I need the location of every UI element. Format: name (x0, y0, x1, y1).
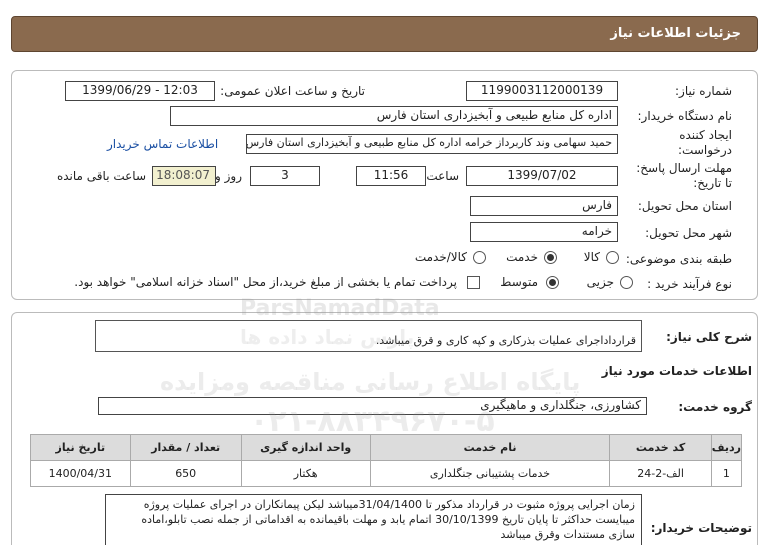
creator-label-1: ایجاد کننده (679, 128, 732, 142)
purchase-option-medium: متوسط (500, 275, 538, 289)
col-header-unit: واحد اندازه گیری (240, 434, 371, 461)
creator-field: حمید سهامی وند کاربرداز خرامه اداره کل م… (246, 134, 618, 154)
table-header-row: ردیف کد خدمت نام خدمت واحد اندازه گیری ت… (30, 434, 743, 461)
col-header-quantity: تعداد / مقدار (129, 434, 242, 461)
need-number-field: 1199003112000139 (466, 81, 618, 101)
cell-service-name: خدمات پشتیبانی جنگلداری (369, 460, 611, 487)
col-header-row-number: ردیف (710, 434, 743, 461)
services-section-title: اطلاعات خدمات مورد نیاز (601, 364, 752, 378)
category-radio-goods-service[interactable] (473, 251, 486, 264)
remaining-label: ساعت باقی مانده (56, 169, 146, 183)
buyer-label: نام دستگاه خریدار: (637, 109, 733, 123)
category-option-goods-service: کالا/خدمت (414, 250, 467, 264)
city-field: خرامه (470, 222, 618, 242)
creator-label-2: درخواست: (678, 143, 732, 157)
days-field: 3 (250, 166, 320, 186)
province-field: فارس (470, 196, 618, 216)
deadline-time-field: 11:56 (356, 166, 426, 186)
city-label: شهر محل تحویل: (645, 226, 732, 240)
purchase-option-minor: جزیی (586, 275, 614, 289)
category-label: طبقه بندی موضوعی: (625, 252, 732, 266)
buyer-notes-field: زمان اجرایی پروژه مثبوت در قرارداد مذکور… (105, 494, 642, 545)
col-header-service-name: نام خدمت (369, 434, 611, 461)
category-radio-goods[interactable] (606, 251, 619, 264)
category-option-service: خدمت (506, 250, 538, 264)
announce-date-field: 1399/06/29 - 12:03 (65, 81, 215, 101)
buyer-field: اداره کل منابع طبیعی و آبخیزداری استان ف… (170, 106, 618, 126)
deadline-label-2: تا تاریخ: (693, 176, 732, 190)
category-option-goods: کالا (583, 250, 600, 264)
service-group-label: گروه خدمت: (678, 400, 752, 414)
need-number-label: شماره نیاز: (675, 84, 732, 98)
cell-row-number: 1 (710, 460, 743, 487)
deadline-label-1: مهلت ارسال پاسخ: (636, 161, 732, 175)
announce-date-label: تاریخ و ساعت اعلان عمومی: (220, 84, 365, 98)
category-radio-service[interactable] (544, 251, 557, 264)
deadline-date-field: 1399/07/02 (466, 166, 618, 186)
buyer-notes-label: توضیحات خریدار: (650, 521, 752, 535)
remaining-time-field: 18:08:07 (152, 166, 216, 186)
purchase-type-label: نوع فرآیند خرید : (647, 277, 732, 291)
purchase-radio-minor[interactable] (620, 276, 633, 289)
cell-unit: هکتار (240, 460, 371, 487)
cell-need-date: 1400/04/31 (30, 460, 131, 487)
summary-field: قرارداداجرای عملیات بذرکاری و کپه کاری و… (95, 320, 642, 352)
cell-service-code: الف-2-24 (609, 460, 712, 487)
col-header-need-date: تاریخ نیاز (30, 434, 131, 461)
buyer-contact-link[interactable]: اطلاعات تماس خریدار (107, 137, 218, 151)
purchase-radio-medium[interactable] (546, 276, 559, 289)
province-label: استان محل تحویل: (637, 199, 732, 213)
service-group-field: کشاورزی، جنگلداری و ماهیگیری (98, 397, 647, 415)
services-table: ردیف کد خدمت نام خدمت واحد اندازه گیری ت… (30, 434, 743, 487)
deadline-time-label: ساعت (426, 169, 459, 183)
treasury-payment-note: پرداخت تمام یا بخشی از مبلغ خرید،از محل … (74, 275, 457, 289)
page-title: جزئیات اطلاعات نیاز (11, 16, 758, 52)
days-label: روز و (215, 169, 242, 183)
table-row: 1 الف-2-24 خدمات پشتیبانی جنگلداری هکتار… (30, 460, 743, 487)
summary-label: شرح کلی نیاز: (666, 330, 752, 344)
col-header-service-code: کد خدمت (609, 434, 712, 461)
treasury-payment-checkbox[interactable] (467, 276, 480, 289)
cell-quantity: 650 (129, 460, 242, 487)
